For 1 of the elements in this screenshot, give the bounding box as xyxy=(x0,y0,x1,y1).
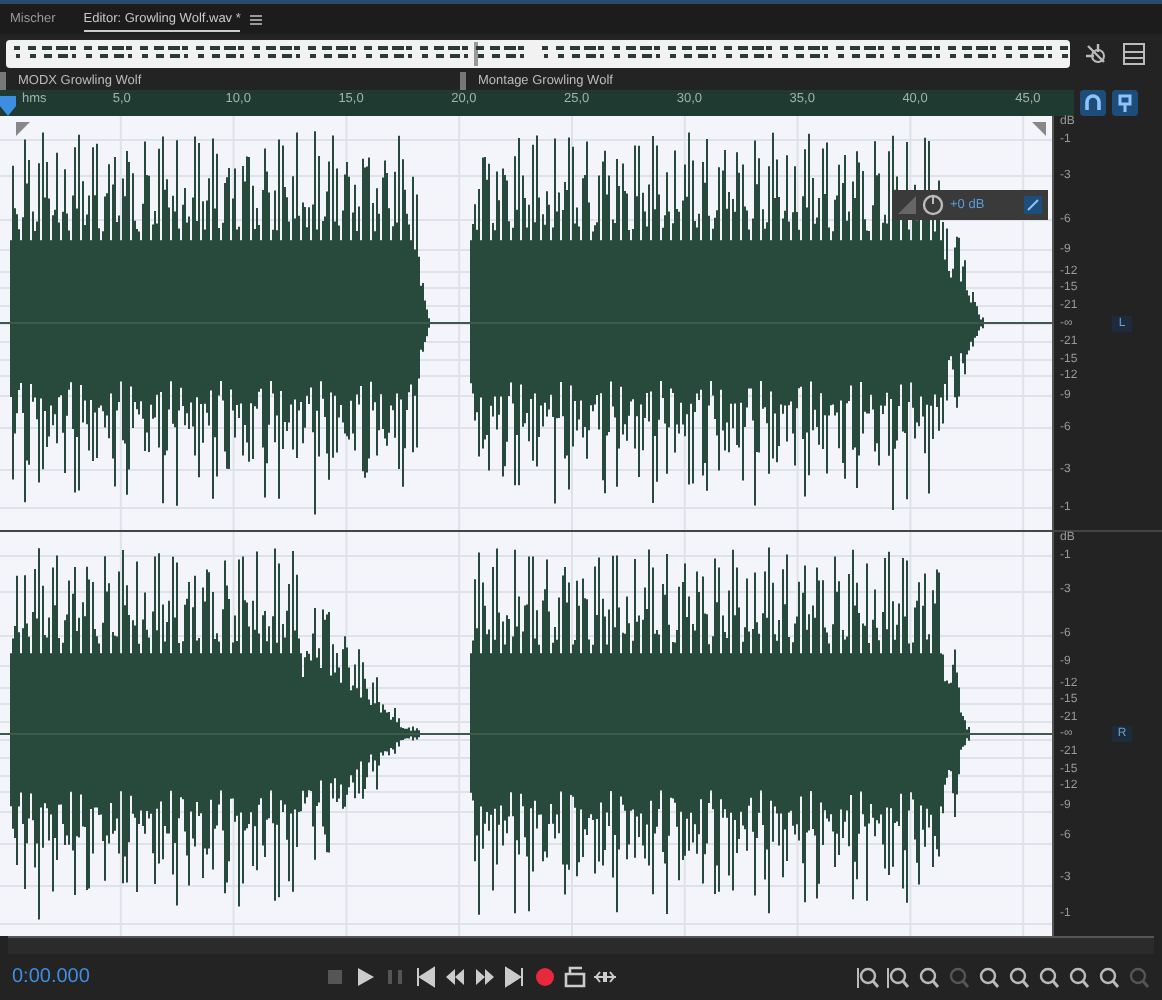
time-display[interactable]: 0:00.000 xyxy=(12,966,312,988)
